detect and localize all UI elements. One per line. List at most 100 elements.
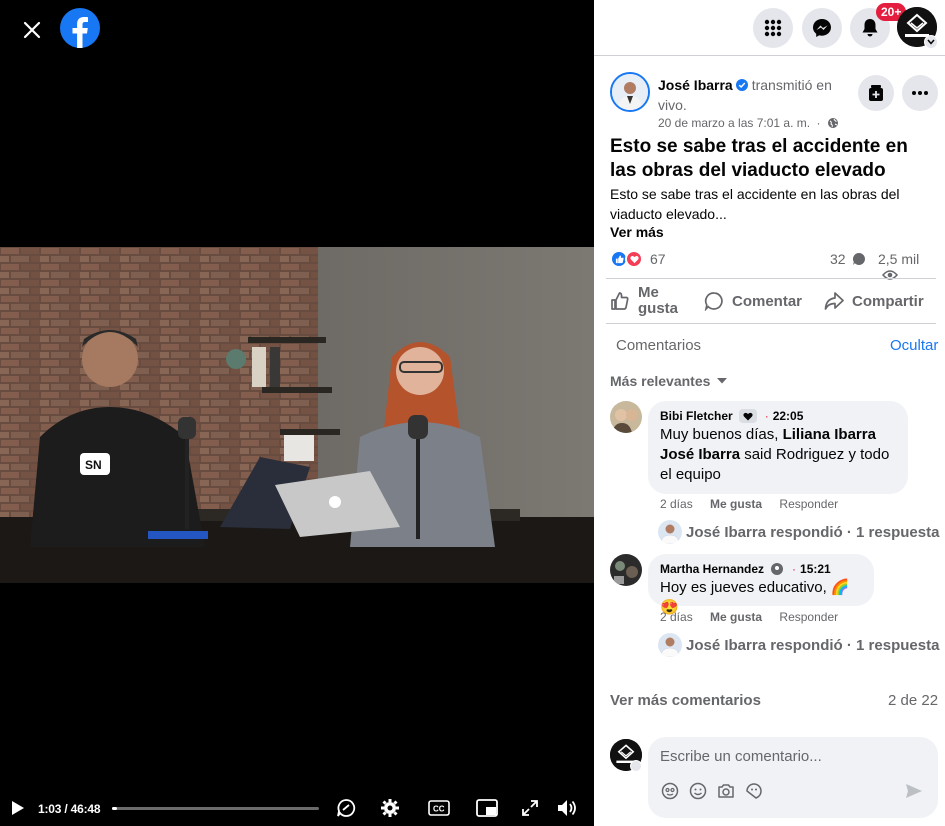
commenter-name[interactable]: Martha Hernandez: [660, 562, 764, 576]
send-comment-button[interactable]: [904, 781, 924, 801]
like-button-label: Me gusta: [638, 284, 679, 317]
menu-button[interactable]: [753, 8, 793, 48]
messenger-button[interactable]: [802, 8, 842, 48]
comment-time: 22:05: [772, 409, 804, 423]
comment-header: Bibi Fletcher · 22:05: [660, 409, 896, 423]
reactions-count[interactable]: 67: [650, 251, 666, 267]
caret-down-icon: [717, 378, 728, 384]
comments-count[interactable]: 32: [830, 251, 866, 267]
chevron-down-icon: [927, 39, 935, 45]
play-button[interactable]: [6, 790, 30, 826]
post-options-button[interactable]: [902, 75, 938, 111]
emoji-button[interactable]: [688, 781, 708, 801]
comment-sort-dropdown[interactable]: Más relevantes: [610, 373, 728, 389]
gear-icon: [381, 799, 399, 817]
messenger-icon: [813, 19, 831, 37]
settings-button[interactable]: [379, 790, 401, 826]
camera-icon: [718, 784, 734, 798]
like-button[interactable]: Me gusta: [610, 279, 678, 323]
comment-like-link[interactable]: Me gusta: [710, 610, 762, 624]
globe-icon: [827, 118, 838, 128]
bookmark-add-icon: [869, 85, 883, 101]
photo-button[interactable]: [716, 781, 736, 801]
reply-author-avatar: [658, 520, 682, 544]
comment-sort-label: Más relevantes: [610, 373, 711, 389]
close-button[interactable]: [14, 12, 50, 48]
sticker-button[interactable]: [744, 781, 764, 801]
account-menu-toggle[interactable]: [924, 35, 938, 49]
facebook-icon: [60, 8, 100, 48]
app-root: SN 1:03 / 46:48 CC 20+ José Ibarra trans…: [0, 0, 945, 826]
video-player[interactable]: SN: [0, 247, 594, 583]
comment-range: 2 de 22: [888, 692, 939, 709]
comment-header: Martha Hernandez · 15:21: [660, 562, 862, 576]
post-meta: 20 de marzo a las 7:01 a. m. ·: [658, 116, 839, 130]
reply-author-avatar: [658, 633, 682, 657]
svg-text:CC: CC: [433, 805, 445, 814]
comment-bubble: Bibi Fletcher · 22:05 Muy buenos días, L…: [648, 401, 908, 494]
comment-reply-link[interactable]: Responder: [779, 497, 838, 511]
share-button[interactable]: Compartir: [824, 279, 924, 323]
comment-like-link[interactable]: Me gusta: [710, 497, 762, 511]
hide-comments-link[interactable]: Ocultar: [890, 337, 938, 354]
video-pane: SN 1:03 / 46:48 CC: [0, 0, 594, 826]
post-date[interactable]: 20 de marzo a las 7:01 a. m.: [658, 116, 810, 130]
view-replies-link[interactable]: José Ibarra respondió · 1 respuesta: [658, 520, 939, 544]
video-controls: 1:03 / 46:48 CC: [0, 790, 594, 826]
comment-meta: 2 días Me gusta Responder: [660, 497, 852, 511]
comment-dot: ·: [764, 409, 769, 423]
author-name[interactable]: José Ibarra: [658, 77, 733, 93]
comment-button[interactable]: Comentar: [704, 279, 802, 323]
comment-age[interactable]: 2 días: [660, 610, 693, 624]
top-bar: 20+: [594, 0, 945, 56]
menu-grid-icon: [764, 19, 782, 37]
comment-input[interactable]: [660, 745, 920, 767]
reply-summary: José Ibarra respondió · 1 respuesta: [686, 636, 940, 654]
comment-reply-link[interactable]: Responder: [779, 610, 838, 624]
commenter-photo: [610, 554, 642, 586]
comment-dot: ·: [792, 562, 797, 576]
progress-bar[interactable]: [112, 807, 319, 810]
share-icon: [824, 292, 844, 310]
time-display: 1:03 / 46:48: [38, 802, 101, 816]
comment-bubble-icon: [853, 253, 866, 265]
send-icon: [906, 784, 922, 798]
captions-button[interactable]: CC: [428, 790, 450, 826]
reaction-icons[interactable]: [610, 249, 646, 269]
see-more-link[interactable]: Ver más: [610, 224, 664, 240]
bell-icon: [862, 19, 878, 37]
post-actions: Me gusta Comentar Compartir: [606, 278, 936, 324]
reactions-row: 67 32 2,5 mil: [610, 249, 940, 280]
avatar-sticker-button[interactable]: [660, 781, 680, 801]
facebook-logo[interactable]: [60, 8, 100, 48]
view-replies-link[interactable]: José Ibarra respondió · 1 respuesta: [658, 633, 939, 657]
thumbs-up-icon: [611, 292, 629, 310]
comment-age[interactable]: 2 días: [660, 497, 693, 511]
commenter-avatar[interactable]: [610, 554, 642, 586]
commenter-name[interactable]: Bibi Fletcher: [660, 409, 733, 423]
smiley-icon: [689, 782, 707, 800]
top-fan-badge-icon: [738, 409, 757, 423]
expand-icon: [522, 800, 538, 816]
fullscreen-button[interactable]: [519, 790, 541, 826]
love-reaction-icon: [625, 250, 643, 268]
author-photo: [612, 74, 648, 110]
commenter-avatar[interactable]: [610, 401, 642, 433]
share-button-label: Compartir: [852, 292, 924, 310]
volume-button[interactable]: [555, 790, 579, 826]
verified-badge-icon: [735, 79, 748, 91]
comment-bubble: Martha Hernandez · 15:21 Hoy es jueves e…: [648, 554, 874, 616]
live-chat-button[interactable]: [335, 790, 357, 826]
view-more-comments-link[interactable]: Ver más comentarios: [610, 692, 761, 709]
comment-composer: [648, 737, 938, 818]
reply-summary: José Ibarra respondió · 1 respuesta: [686, 523, 940, 541]
composer-account-toggle[interactable]: [630, 760, 642, 772]
save-post-button[interactable]: [858, 75, 894, 111]
avatar-sticker-icon: [661, 782, 679, 800]
play-icon: [12, 801, 24, 815]
author-avatar[interactable]: [610, 72, 650, 112]
post-panel: 20+ José Ibarra transmitió en vivo. 20 d…: [594, 0, 945, 826]
comment-text-start: Muy buenos días,: [660, 426, 783, 443]
pip-button[interactable]: [476, 790, 498, 826]
svg-text:SN: SN: [85, 458, 102, 472]
